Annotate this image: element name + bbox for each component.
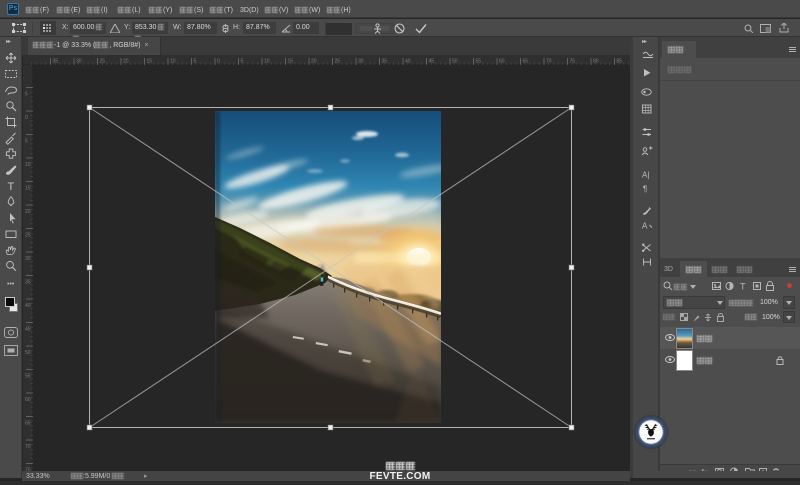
svg-text:A|: A| [642, 171, 649, 180]
svg-text:A: A [642, 222, 648, 231]
svg-text:T: T [740, 282, 746, 292]
svg-text:¶: ¶ [643, 185, 647, 194]
